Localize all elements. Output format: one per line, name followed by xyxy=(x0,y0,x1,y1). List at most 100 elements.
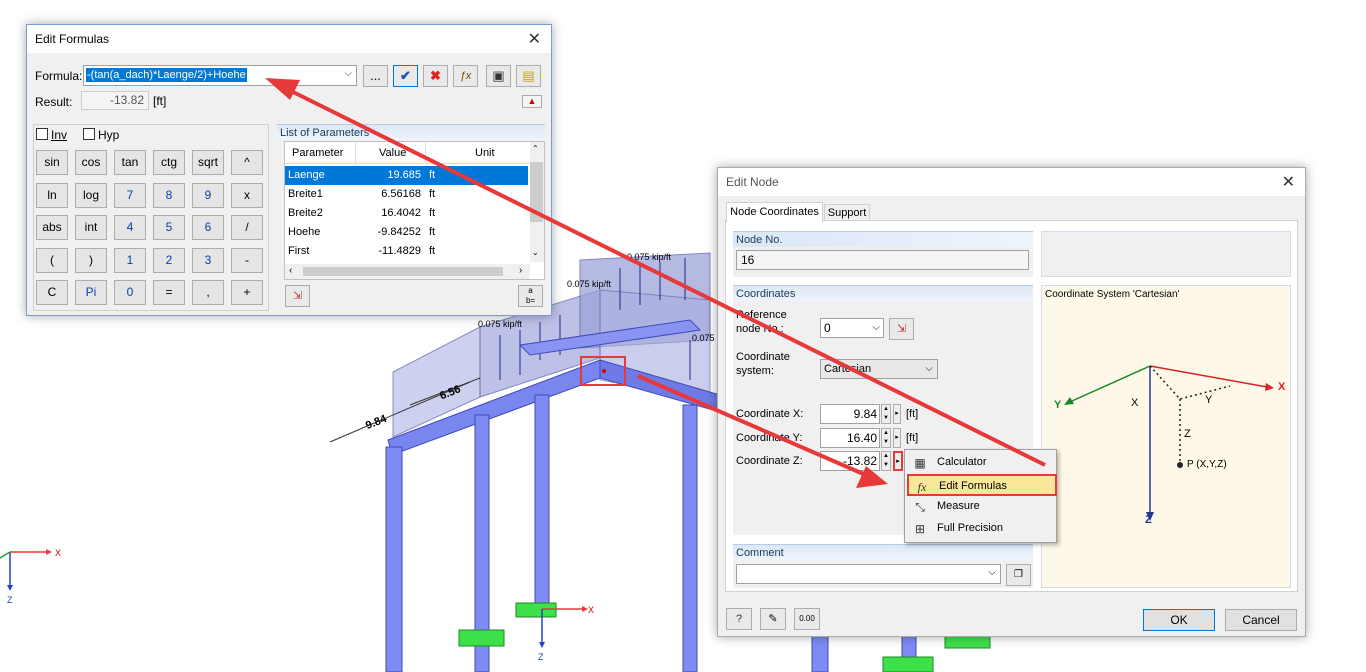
calc-key[interactable]: x xyxy=(231,182,263,208)
formula-input[interactable]: -(tan(a_dach)*Laenge/2)+Hoehe ⌵ xyxy=(83,65,357,86)
comment-input[interactable]: ⌵ xyxy=(736,564,1001,584)
col-header-value: Value xyxy=(379,147,407,159)
calc-key[interactable]: 7 xyxy=(114,182,146,208)
calc-key[interactable]: - xyxy=(231,247,263,273)
calc-key[interactable]: 1 xyxy=(114,247,146,273)
x-spinner[interactable]: ▲ ▼ xyxy=(881,404,891,424)
node-no-field[interactable]: 16 xyxy=(736,250,1029,270)
calc-key[interactable]: 4 xyxy=(114,215,146,240)
decimal-places-icon[interactable]: 0.00 xyxy=(794,608,820,630)
vertical-scrollbar[interactable]: ⌃ ⌄ xyxy=(530,142,544,262)
cell-name: Laenge xyxy=(288,169,325,181)
function-icon[interactable]: ƒx xyxy=(453,65,478,87)
table-row[interactable]: Breite1 6.56168 ft xyxy=(285,185,528,204)
calc-key[interactable]: 8 xyxy=(153,182,185,208)
coordinate-system-select[interactable]: Cartesian ⌵ xyxy=(820,359,938,379)
calc-key[interactable]: 2 xyxy=(153,247,185,273)
menu-item-measure[interactable]: ⤡ Measure xyxy=(907,496,1057,518)
table-row[interactable]: Laenge 19.685 ft xyxy=(285,166,528,185)
hyp-checkbox[interactable] xyxy=(83,128,95,140)
calc-key[interactable]: 5 xyxy=(153,215,185,240)
calc-key[interactable]: C xyxy=(36,280,68,305)
calc-key[interactable]: Pi xyxy=(75,280,107,305)
calc-key[interactable]: ) xyxy=(75,247,107,273)
cell-unit: ft xyxy=(429,207,436,219)
chevron-down-icon[interactable]: ⌵ xyxy=(988,567,996,578)
delete-icon[interactable]: ✖ xyxy=(423,65,448,87)
result-unit: [ft] xyxy=(153,94,167,108)
chevron-down-icon[interactable]: ⌵ xyxy=(925,360,933,378)
menu-item-full-precision[interactable]: ⊞ Full Precision xyxy=(907,518,1057,540)
calc-key[interactable]: 0 xyxy=(114,280,146,305)
pick-parameter-icon[interactable]: ⇲ xyxy=(285,285,310,307)
table-row[interactable]: Hoehe -9.84252 ft xyxy=(285,223,528,242)
equation-icon[interactable]: a b= xyxy=(518,285,543,307)
reference-node-select[interactable]: 0 ⌵ xyxy=(820,318,884,338)
tab-node-coordinates[interactable]: Node Coordinates xyxy=(726,202,823,222)
calc-key[interactable]: ln xyxy=(36,182,68,208)
z-spinner[interactable]: ▲ ▼ xyxy=(881,451,891,471)
inv-checkbox[interactable] xyxy=(36,128,48,140)
calc-key[interactable]: int xyxy=(75,215,107,240)
y-spinner[interactable]: ▲ ▼ xyxy=(881,428,891,448)
x-menu-arrow[interactable]: ▸ xyxy=(893,404,901,424)
y-menu-arrow[interactable]: ▸ xyxy=(893,428,901,448)
z-menu-arrow[interactable]: ▸ xyxy=(893,451,903,471)
calc-key[interactable]: log xyxy=(75,182,107,208)
save-icon[interactable]: ▣ xyxy=(486,65,511,87)
calc-key[interactable]: cos xyxy=(75,150,107,175)
check-icon[interactable]: ✔ xyxy=(393,65,418,87)
menu-item-calculator[interactable]: ▦ Calculator xyxy=(907,452,1057,474)
comment-header: Comment xyxy=(733,544,1033,560)
support-block xyxy=(515,602,557,618)
close-icon[interactable]: ✕ xyxy=(528,29,541,49)
pick-node-icon[interactable]: ⇲ xyxy=(889,318,914,340)
column xyxy=(534,394,550,606)
coordinate-y-input[interactable]: 16.40 xyxy=(820,428,880,448)
calc-key[interactable]: 6 xyxy=(192,215,224,240)
reference-node-label: Reference xyxy=(736,309,787,321)
calc-key[interactable]: tan xyxy=(114,150,146,175)
calc-key[interactable]: = xyxy=(153,280,185,305)
coordinate-x-input[interactable]: 9.84 xyxy=(820,404,880,424)
table-row[interactable]: First -11.4829 ft xyxy=(285,242,528,261)
coordinate-y-label: Coordinate Y: xyxy=(736,432,803,444)
calc-key[interactable]: sqrt xyxy=(192,150,224,175)
open-folder-icon[interactable]: ▤ xyxy=(516,65,541,87)
calc-key[interactable]: sin xyxy=(36,150,68,175)
calc-key[interactable]: 3 xyxy=(192,247,224,273)
support-block xyxy=(882,656,934,672)
calc-key[interactable]: ( xyxy=(36,247,68,273)
calc-key[interactable]: 9 xyxy=(192,182,224,208)
cell-unit: ft xyxy=(429,188,436,200)
edit-formulas-titlebar[interactable]: Edit Formulas ✕ xyxy=(27,25,551,53)
horizontal-scrollbar[interactable]: ‹ › xyxy=(285,264,530,279)
calc-key[interactable]: / xyxy=(231,215,263,240)
chevron-down-icon[interactable]: ⌵ xyxy=(344,68,352,79)
help-icon[interactable]: ? xyxy=(726,608,752,630)
cell-name: Breite1 xyxy=(288,188,323,200)
cell-name: Hoehe xyxy=(288,226,321,238)
edit-icon[interactable]: ✎ xyxy=(760,608,786,630)
chevron-down-icon[interactable]: ⌵ xyxy=(872,319,880,337)
calc-key[interactable]: ctg xyxy=(153,150,185,175)
coordinate-z-input[interactable]: -13.82 xyxy=(820,451,880,471)
result-label: Result: xyxy=(35,95,73,109)
edit-node-titlebar[interactable]: Edit Node ✕ xyxy=(718,168,1305,196)
ok-button[interactable]: OK xyxy=(1143,609,1215,631)
tab-support[interactable]: Support xyxy=(824,204,870,221)
more-button[interactable]: ... xyxy=(363,65,388,87)
table-row[interactable]: Breite2 16.4042 ft xyxy=(285,204,528,223)
calc-key[interactable]: ^ xyxy=(231,150,263,175)
node-16-marker[interactable] xyxy=(602,369,606,373)
comment-library-icon[interactable]: ❐ xyxy=(1006,564,1031,586)
calc-key[interactable]: abs xyxy=(36,215,68,240)
close-icon[interactable]: ✕ xyxy=(1282,172,1295,192)
axis-x-label: X xyxy=(588,605,594,615)
cancel-button[interactable]: Cancel xyxy=(1225,609,1297,631)
cell-unit: ft xyxy=(429,226,436,238)
calc-key[interactable]: + xyxy=(231,280,263,305)
warning-icon[interactable]: ▲ xyxy=(522,95,542,108)
menu-item-edit-formulas[interactable]: fx Edit Formulas xyxy=(907,474,1057,496)
calc-key[interactable]: , xyxy=(192,280,224,305)
